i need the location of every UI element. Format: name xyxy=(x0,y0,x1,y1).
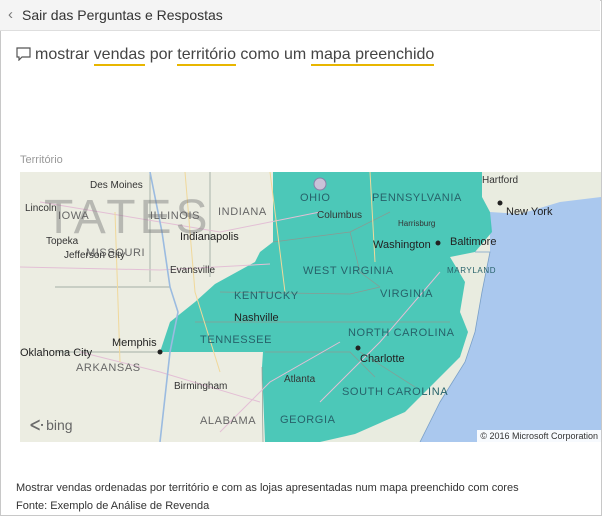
question-term-vendas: vendas xyxy=(93,46,146,66)
state-label: ILLINOIS xyxy=(150,210,201,222)
exit-qa-button[interactable]: ‹ Sair das Perguntas e Respostas xyxy=(0,0,600,31)
state-label: OHIO xyxy=(300,192,331,204)
city-label: Oklahoma City xyxy=(20,347,93,359)
state-label: ARKANSAS xyxy=(76,362,141,374)
question-part: mostrar xyxy=(35,46,94,63)
city-label: Jefferson City xyxy=(64,250,125,261)
visual-source: Fonte: Exemplo de Análise de Revenda xyxy=(16,500,210,512)
city-dot-memphis xyxy=(157,349,163,355)
question-term-territorio: território xyxy=(177,46,236,66)
map-pin-marker xyxy=(313,177,327,191)
bing-icon: ᑅ xyxy=(30,417,45,433)
speech-bubble-icon xyxy=(16,47,31,66)
state-label: IOWA xyxy=(58,210,90,222)
visual-title: Território xyxy=(20,154,63,166)
city-label: Columbus xyxy=(317,210,363,221)
city-label: Charlotte xyxy=(360,353,405,365)
map-attribution: © 2016 Microsoft Corporation xyxy=(477,430,601,442)
state-label: NORTH CAROLINA xyxy=(348,327,455,339)
state-label: KENTUCKY xyxy=(234,290,299,302)
city-label: Lincoln xyxy=(25,203,57,214)
city-label: Memphis xyxy=(112,337,157,349)
state-label: GEORGIA xyxy=(280,414,336,426)
state-label: WEST VIRGINIA xyxy=(303,265,394,277)
city-label: Hartford xyxy=(482,175,519,186)
city-dot-washington xyxy=(435,240,441,246)
state-label: ALABAMA xyxy=(200,415,257,427)
city-dot-new-york xyxy=(497,200,503,206)
city-dot-charlotte xyxy=(355,345,361,351)
question-part: como um xyxy=(235,46,311,63)
bing-logo: ᑅ bing xyxy=(30,417,73,433)
state-label: PENNSYLVANIA xyxy=(372,192,462,204)
city-label: Evansville xyxy=(170,265,216,276)
city-label: Atlanta xyxy=(284,374,316,385)
city-label: Nashville xyxy=(234,312,279,324)
state-label: TENNESSEE xyxy=(200,334,273,346)
city-label: Washington xyxy=(373,239,431,251)
question-text[interactable]: mostrar vendas por território como um ma… xyxy=(16,46,435,66)
city-label: Des Moines xyxy=(90,180,143,191)
state-label: MARYLAND xyxy=(447,266,497,275)
question-part: por xyxy=(145,46,178,63)
state-label: INDIANA xyxy=(218,206,267,218)
city-label: Birmingham xyxy=(174,381,228,392)
city-label: Harrisburg xyxy=(398,219,436,228)
filled-map[interactable]: TATES IOWA ILLINOIS INDIANA OHIO PENNSYL… xyxy=(20,172,601,442)
city-label: Baltimore xyxy=(450,236,497,248)
city-label: New York xyxy=(506,206,553,218)
state-label: SOUTH CAROLINA xyxy=(342,386,449,398)
exit-qa-label: Sair das Perguntas e Respostas xyxy=(22,7,223,23)
city-label: Indianapolis xyxy=(180,231,239,243)
chevron-left-icon: ‹ xyxy=(8,6,13,23)
question-term-mapa-preenchido: mapa preenchido xyxy=(310,46,435,66)
state-label: VIRGINIA xyxy=(380,288,434,300)
visual-description: Mostrar vendas ordenadas por território … xyxy=(16,482,519,494)
city-label: Topeka xyxy=(46,236,79,247)
